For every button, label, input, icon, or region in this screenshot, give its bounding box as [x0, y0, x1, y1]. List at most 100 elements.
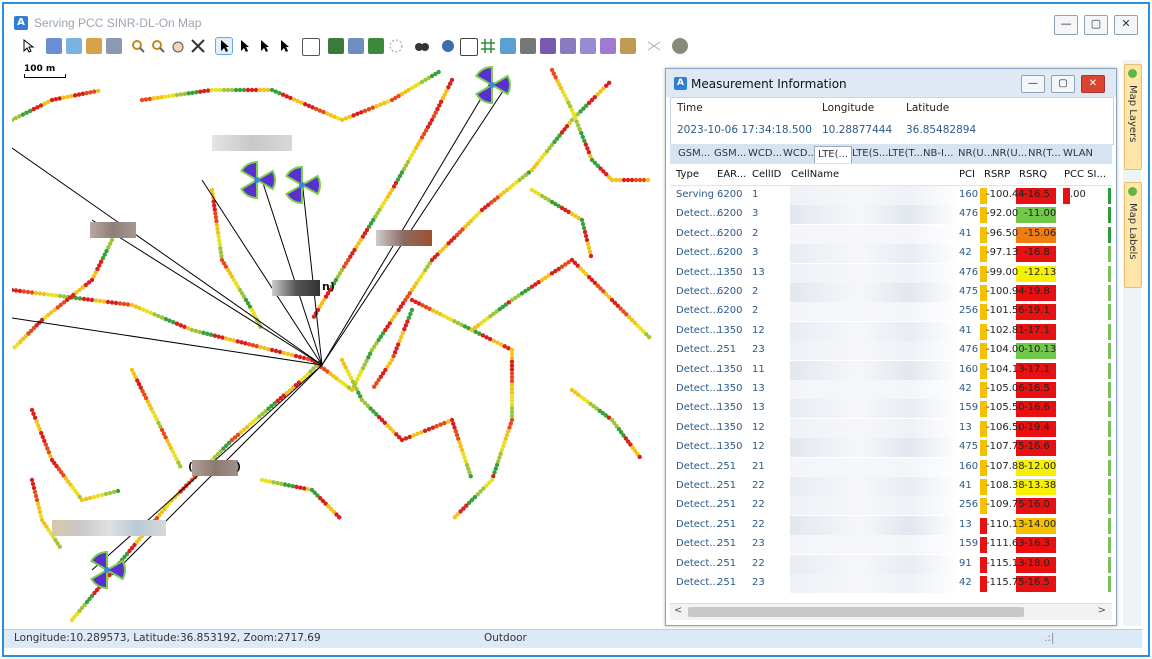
- table-row[interactable]: Detect... 251 23 476 -104.00 -10.13: [670, 341, 1112, 361]
- horizontal-scrollbar[interactable]: < >: [670, 603, 1112, 620]
- select-arrow-icon[interactable]: [215, 37, 233, 55]
- chart-icon[interactable]: [348, 38, 364, 54]
- table-row[interactable]: Detect... 251 22 13 -110.13 -14.00: [670, 515, 1112, 535]
- map-labels-tab[interactable]: Map Labels: [1124, 182, 1142, 288]
- restore-button[interactable]: ▢: [1084, 15, 1108, 35]
- dotted-select-icon[interactable]: [388, 38, 404, 54]
- pointer-icon[interactable]: [20, 38, 36, 54]
- col-rsrq[interactable]: RSRQ: [1019, 169, 1047, 180]
- split-icon[interactable]: [646, 38, 662, 54]
- zoom-out-icon[interactable]: [150, 38, 166, 54]
- table-row[interactable]: Detect... 6200 2 41 -96.50 -15.06: [670, 224, 1112, 244]
- redacted-label: [52, 520, 166, 536]
- edge-color-bar: [1108, 207, 1111, 224]
- map-layers-tab[interactable]: Map Layers: [1124, 64, 1142, 170]
- table-row[interactable]: Detect... 6200 3 42 -97.13 -16.8: [670, 244, 1112, 264]
- close-button[interactable]: ✕: [1114, 15, 1138, 35]
- user-icon[interactable]: [440, 38, 456, 54]
- cell-type: Detect...: [676, 383, 719, 394]
- tab-lte-s[interactable]: LTE(S...: [852, 146, 888, 162]
- cell-site-icon[interactable]: [285, 165, 321, 205]
- select-circle-icon[interactable]: [256, 38, 272, 54]
- map-view-icon[interactable]: [66, 38, 82, 54]
- zoom-in-icon[interactable]: [130, 38, 146, 54]
- col-pcc-sinr[interactable]: PCC SI...: [1064, 169, 1106, 180]
- network-icon[interactable]: [500, 38, 516, 54]
- table-row[interactable]: Detect... 251 23 159 -111.63 -16.3: [670, 535, 1112, 555]
- col-cellname[interactable]: CellName: [791, 169, 839, 180]
- scroll-thumb[interactable]: [688, 607, 1024, 617]
- panel-title-bar[interactable]: A Measurement Information — ▢ ✕: [666, 69, 1116, 97]
- scroll-left-icon[interactable]: <: [674, 605, 682, 616]
- table-icon[interactable]: [460, 38, 478, 56]
- tab-nr-u-2[interactable]: NR(U...: [992, 146, 1027, 162]
- col-pci[interactable]: PCI: [959, 169, 975, 180]
- tab-wcdma-2[interactable]: WCD...: [783, 146, 817, 162]
- ruler-icon[interactable]: [302, 38, 320, 56]
- copy-icon[interactable]: [520, 38, 536, 54]
- select-box-icon[interactable]: [236, 38, 252, 54]
- site-edit-icon[interactable]: [600, 38, 616, 54]
- tab-nr-t[interactable]: NR(T...: [1028, 146, 1061, 162]
- tab-nb-iot[interactable]: NB-I...: [923, 146, 953, 162]
- layers-icon[interactable]: [328, 38, 344, 54]
- table-row[interactable]: Detect... 6200 3 476 -92.00 -11.00: [670, 205, 1112, 225]
- layer-add-icon[interactable]: [368, 38, 384, 54]
- tab-gsm-2[interactable]: GSM...: [714, 146, 746, 162]
- table-row[interactable]: Detect... 251 22 41 -108.38 -13.38: [670, 477, 1112, 496]
- tab-lte-t[interactable]: LTE(T...: [888, 146, 923, 162]
- panel-close-button[interactable]: ✕: [1081, 75, 1105, 93]
- tab-gsm-1[interactable]: GSM...: [678, 146, 710, 162]
- select-polygon-icon[interactable]: [276, 38, 292, 54]
- table-row[interactable]: Detect... 1350 12 475 -107.75 -16.6: [670, 438, 1112, 458]
- tab-nr-u-1[interactable]: NR(U...: [958, 146, 993, 162]
- col-earfcn[interactable]: EAR...: [717, 169, 746, 180]
- table-row[interactable]: Detect... 6200 2 256 -101.56 -19.1: [670, 302, 1112, 322]
- cell-site-2-icon[interactable]: [560, 38, 576, 54]
- map-view[interactable]: 100 m n) ( ): [12, 60, 664, 626]
- cell-site-3-icon[interactable]: [580, 38, 596, 54]
- grid-icon[interactable]: [480, 38, 496, 54]
- tab-wlan[interactable]: WLAN: [1063, 146, 1093, 162]
- cell-site-icon[interactable]: [475, 65, 511, 105]
- puzzle-icon[interactable]: [620, 38, 636, 54]
- table-row[interactable]: Detect... 1350 12 41 -102.81 -17.1: [670, 321, 1112, 341]
- map-edit-icon[interactable]: [86, 38, 102, 54]
- panel-minimize-button[interactable]: —: [1021, 75, 1045, 93]
- cell-site-icon[interactable]: [240, 160, 276, 200]
- minimize-button[interactable]: —: [1054, 15, 1078, 35]
- layer-grid-icon[interactable]: [46, 38, 62, 54]
- table-row[interactable]: Detect... 1350 12 13 -106.50 -19.4: [670, 418, 1112, 438]
- cell-site-icon[interactable]: [540, 38, 556, 54]
- cell-name-redacted: [790, 263, 960, 283]
- pan-hand-icon[interactable]: [170, 38, 186, 54]
- time-label: Time: [677, 102, 703, 114]
- table-row[interactable]: Detect... 251 23 42 -115.75 -16.5: [670, 574, 1112, 593]
- measurement-table[interactable]: Type EAR... CellID CellName PCI RSRP RSR…: [670, 165, 1112, 605]
- tab-lte-active[interactable]: LTE(...: [814, 146, 853, 163]
- col-type[interactable]: Type: [676, 169, 699, 180]
- table-row[interactable]: Detect... 251 22 256 -109.75 -16.0: [670, 496, 1112, 516]
- table-row[interactable]: Detect... 1350 13 159 -105.50 -16.6: [670, 399, 1112, 419]
- tab-wcdma-1[interactable]: WCD...: [748, 146, 782, 162]
- table-row[interactable]: Detect... 1350 11 160 -104.13 -17.1: [670, 360, 1112, 380]
- cell-id: 12: [752, 441, 765, 453]
- col-rsrp[interactable]: RSRP: [984, 169, 1010, 180]
- table-row[interactable]: Detect... 1350 13 476 -99.00 -12.13: [670, 263, 1112, 283]
- panel-maximize-button[interactable]: ▢: [1051, 75, 1075, 93]
- full-extent-icon[interactable]: [190, 38, 206, 54]
- table-row[interactable]: Detect... 251 22 91 -115.13 -18.0: [670, 554, 1112, 574]
- cell-site-icon[interactable]: [90, 550, 126, 590]
- table-row[interactable]: Serving 6200 1 160 -100.44 -16.5 .00: [670, 186, 1112, 205]
- settings-icon[interactable]: [672, 38, 688, 54]
- cell-name-redacted: [790, 360, 960, 380]
- binoculars-icon[interactable]: [414, 38, 430, 54]
- col-cellid[interactable]: CellID: [752, 169, 781, 180]
- table-row[interactable]: Detect... 6200 2 475 -100.94 -19.8: [670, 283, 1112, 302]
- table-row[interactable]: Detect... 251 21 160 -107.88 -12.00: [670, 457, 1112, 477]
- table-row[interactable]: Detect... 1350 13 42 -105.06 -16.5: [670, 380, 1112, 399]
- map-export-icon[interactable]: [106, 38, 122, 54]
- scroll-right-icon[interactable]: >: [1098, 605, 1106, 616]
- resize-grip[interactable]: .:|: [1044, 632, 1054, 644]
- cell-rsrq: -10.13: [1024, 344, 1057, 356]
